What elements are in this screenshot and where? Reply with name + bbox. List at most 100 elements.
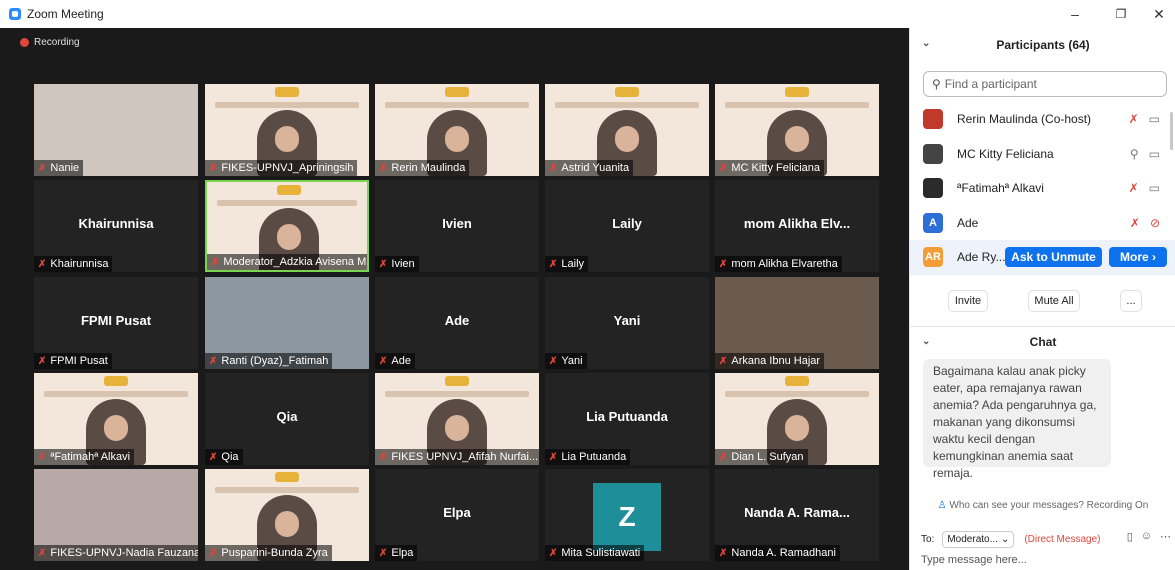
video-tile[interactable]: Laily ✗ Laily <box>545 180 709 272</box>
video-tile[interactable]: Lia Putuanda ✗ Lia Putuanda <box>545 373 709 465</box>
mic-off-icon: ✗ <box>209 547 218 559</box>
tile-name: ªFatimahª Alkavi <box>50 451 131 463</box>
video-tile[interactable]: ✗ Rerin Maulinda <box>375 84 539 176</box>
mic-off-icon[interactable]: ✗ <box>1130 216 1140 230</box>
mic-off-icon[interactable]: ✗ <box>1129 181 1139 195</box>
tile-name-label: ✗ Mita Sulistiawati <box>545 545 645 561</box>
mic-icon[interactable]: ⚲ <box>1130 147 1139 161</box>
video-tile[interactable]: FPMI Pusat ✗ FPMI Pusat <box>34 277 198 369</box>
close-button[interactable]: ✕ <box>1136 0 1175 28</box>
tile-name-label: ✗ FPMI Pusat <box>34 353 112 369</box>
participant-row[interactable]: Rerin Maulinda (Co-host) ✗ ▭ <box>910 102 1175 137</box>
tile-name-label: ✗ Arkana Ibnu Hajar <box>715 353 825 369</box>
mic-off-icon: ✗ <box>719 451 728 463</box>
chevron-down-icon[interactable]: ⌄ <box>922 336 930 347</box>
video-tile[interactable]: mom Alikha Elv... ✗ mom Alikha Elvaretha <box>715 180 879 272</box>
participant-row[interactable]: MC Kitty Feliciana ⚲ ▭ <box>910 137 1175 172</box>
logo-icon <box>785 87 809 97</box>
video-tile[interactable]: ✗ Pusparini-Bunda Zyra <box>205 469 369 561</box>
emoji-icon[interactable]: ☺ <box>1141 530 1152 543</box>
avatar: AR <box>923 247 943 268</box>
participant-row[interactable]: AR Ade Ry... Ask to Unmute More › <box>910 240 1175 275</box>
tile-name: FIKES-UPNVJ_Apriningsih <box>221 162 354 174</box>
tile-name-label: ✗ Nanie <box>34 160 84 176</box>
video-tile[interactable]: ✗ Arkana Ibnu Hajar <box>715 277 879 369</box>
tile-name-label: ✗ Nanda A. Ramadhani <box>715 545 840 561</box>
recording-indicator[interactable]: Recording <box>20 37 80 48</box>
tile-display-name: Nanda A. Rama... <box>744 505 850 520</box>
tile-name-label: ✗ Lia Putuanda <box>545 449 631 465</box>
tile-display-name: Qia <box>276 409 298 424</box>
privacy-note[interactable]: ♙ Who can see your messages? Recording O… <box>910 500 1175 511</box>
video-tile[interactable]: ✗ FIKES-UPNVJ-Nadia Fauzana <box>34 469 198 561</box>
mic-off-icon: ✗ <box>719 162 728 174</box>
participant-row[interactable]: ªFatimahª Alkavi ✗ ▭ <box>910 171 1175 206</box>
participant-row[interactable]: A Ade ✗ ⊘ <box>910 206 1175 241</box>
message-input[interactable] <box>921 552 1166 568</box>
video-tile[interactable]: Ivien ✗ Ivien <box>375 180 539 272</box>
video-tile[interactable]: ✗ Ranti (Dyaz)_Fatimah <box>205 277 369 369</box>
mic-off-icon: ✗ <box>549 355 558 367</box>
video-tile[interactable]: Khairunnisa ✗ Khairunnisa <box>34 180 198 272</box>
minimize-button[interactable]: – <box>1052 0 1098 28</box>
camera-off-icon[interactable]: ⊘ <box>1150 216 1160 230</box>
video-tile[interactable]: Qia ✗ Qia <box>205 373 369 465</box>
mic-off-icon: ✗ <box>209 355 218 367</box>
tile-display-name: Lia Putuanda <box>586 409 668 424</box>
mute-all-button[interactable]: Mute All <box>1028 290 1080 312</box>
tile-name-label: ✗ Laily <box>545 256 589 272</box>
slide-banner <box>44 391 188 397</box>
tile-display-name: Khairunnisa <box>78 216 154 231</box>
participant-name: Ade <box>957 215 979 230</box>
video-tile[interactable]: ✗ Nanie <box>34 84 198 176</box>
camera-icon[interactable]: ▭ <box>1149 147 1160 161</box>
chat-recipient-row: To: Moderato... ⌄ (Direct Message) ▯ ☺ ⋯ <box>921 530 1171 548</box>
tile-name: FIKES UPNVJ_Afifah Nurfai... <box>391 451 539 463</box>
camera-icon[interactable]: ▭ <box>1149 112 1160 126</box>
tile-name-label: ✗ Astrid Yuanita <box>545 160 634 176</box>
more-options-button[interactable]: ... <box>1120 290 1142 312</box>
file-icon[interactable]: ▯ <box>1127 530 1133 543</box>
more-button[interactable]: More › <box>1109 247 1167 267</box>
video-tile[interactable]: ✗ Astrid Yuanita <box>545 84 709 176</box>
camera-icon[interactable]: ▭ <box>1149 181 1160 195</box>
tile-name-label: ✗ FIKES UPNVJ_Afifah Nurfai... <box>375 449 539 465</box>
tile-name-label: ✗ FIKES-UPNVJ_Apriningsih <box>205 160 358 176</box>
search-input[interactable] <box>944 77 1155 91</box>
video-tile[interactable]: Z ✗ Mita Sulistiawati <box>545 469 709 561</box>
ellipsis-icon[interactable]: ⋯ <box>1160 530 1171 543</box>
video-tile[interactable]: ✗ ªFatimahª Alkavi <box>34 373 198 465</box>
video-tile[interactable]: Ade ✗ Ade <box>375 277 539 369</box>
chevron-down-icon[interactable]: ⌄ <box>922 38 930 49</box>
video-tile[interactable]: ✗ FIKES-UPNVJ_Apriningsih <box>205 84 369 176</box>
tile-name: FIKES-UPNVJ-Nadia Fauzana <box>50 547 198 559</box>
tile-display-name: Yani <box>613 313 641 328</box>
participant-search[interactable]: ⚲ <box>923 71 1167 97</box>
video-tile[interactable]: ✗ Moderator_Adzkia Avisena M... <box>205 180 369 272</box>
video-tile[interactable]: ✗ Dian L. Sufyan <box>715 373 879 465</box>
invite-button[interactable]: Invite <box>948 290 988 312</box>
recipient-select[interactable]: Moderato... ⌄ <box>942 530 1015 548</box>
tile-name: Qia <box>221 451 239 463</box>
video-tile[interactable]: Nanda A. Rama... ✗ Nanda A. Ramadhani <box>715 469 879 561</box>
logo-icon <box>275 472 299 482</box>
video-tile[interactable]: ✗ FIKES UPNVJ_Afifah Nurfai... <box>375 373 539 465</box>
video-tile[interactable]: Elpa ✗ Elpa <box>375 469 539 561</box>
participant-list: Rerin Maulinda (Co-host) ✗ ▭ MC Kitty Felic… <box>910 102 1175 275</box>
mic-off-icon: ✗ <box>38 162 47 174</box>
video-tile[interactable]: Yani ✗ Yani <box>545 277 709 369</box>
mic-off-icon[interactable]: ✗ <box>1129 112 1139 126</box>
recipient-value: Moderato... <box>947 533 998 545</box>
participant-name: Rerin Maulinda (Co-host) <box>957 112 1092 127</box>
chat-title: Chat <box>1029 335 1057 349</box>
tile-name-label: ✗ Qia <box>205 449 243 465</box>
avatar <box>923 109 943 130</box>
ask-to-unmute-button[interactable]: Ask to Unmute <box>1005 247 1102 267</box>
tile-name: Nanda A. Ramadhani <box>731 547 836 559</box>
logo-icon <box>104 376 128 386</box>
avatar <box>923 143 943 164</box>
avatar <box>923 178 943 199</box>
participant-status: ⚲ ▭ <box>1130 147 1160 161</box>
zoom-logo-icon <box>9 8 21 20</box>
video-tile[interactable]: ✗ MC Kitty Feliciana <box>715 84 879 176</box>
